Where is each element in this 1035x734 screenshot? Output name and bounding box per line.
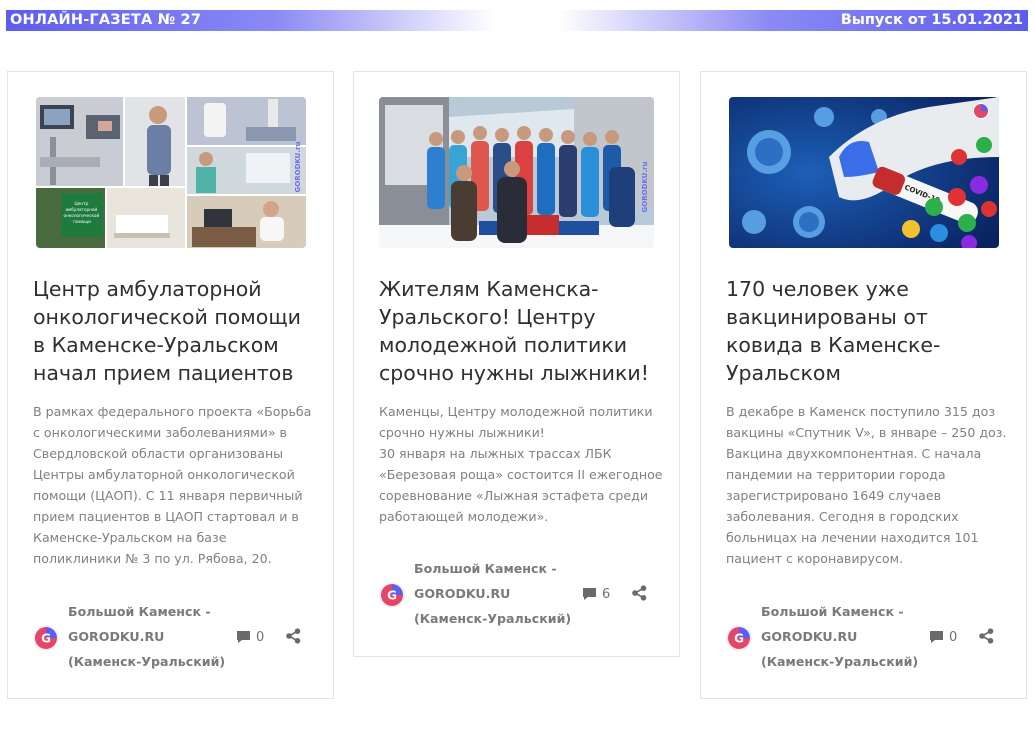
issue-date: Выпуск от 15.01.2021: [840, 12, 1023, 28]
clinic-photo-collage-icon[interactable]: Центр амбулаторной онкологической помощи: [36, 97, 306, 248]
comment-icon: [930, 631, 943, 643]
newspaper-title: ОНЛАЙН-ГАЗЕТА № 27: [10, 12, 202, 28]
article-meta: G Большой Каменск - GORODKU.RU (Каменск-…: [33, 599, 313, 677]
article-meta: G Большой Каменск - GORODKU.RU (Каменск-…: [726, 599, 1006, 677]
article-meta: G Большой Каменск - GORODKU.RU (Каменск-…: [379, 556, 659, 634]
svg-text:G: G: [41, 632, 51, 646]
article-card-skiers: GORODKU.ru Жителям Каменска-Уральского! …: [353, 71, 680, 657]
comment-count: 0: [256, 629, 265, 645]
share-icon[interactable]: [631, 585, 647, 605]
article-author[interactable]: Большой Каменск - GORODKU.RU (Каменск-Ур…: [761, 599, 926, 674]
comments-link[interactable]: 6: [582, 583, 610, 605]
article-title[interactable]: Центр амбулаторной онкологической помощи…: [33, 275, 313, 387]
article-author[interactable]: Большой Каменск - GORODKU.RU (Каменск-Ур…: [414, 556, 579, 631]
article-title[interactable]: 170 человек уже вакцинированы от ковида …: [726, 275, 1006, 387]
article-title[interactable]: Жителям Каменска-Уральского! Центру моло…: [379, 275, 659, 387]
article-card-vaccination: COVID-19 170 человек уже вакцинированы о…: [700, 71, 1027, 699]
comment-count: 0: [949, 629, 958, 645]
article-excerpt: В декабре в Каменск поступило 315 доз ва…: [726, 404, 1007, 566]
comments-link[interactable]: 0: [236, 626, 264, 648]
comment-icon: [237, 631, 250, 643]
covid-test-tube-photo-icon[interactable]: COVID-19: [729, 97, 999, 248]
article-excerpt: Каменцы, Центру молодежной политики сроч…: [379, 404, 663, 524]
article-author[interactable]: Большой Каменск - GORODKU.RU (Каменск-Ур…: [68, 599, 233, 674]
comment-count: 6: [602, 586, 611, 602]
comments-link[interactable]: 0: [929, 626, 957, 648]
share-icon[interactable]: [978, 628, 994, 648]
watermark-text: GORODKU.ru: [641, 162, 649, 213]
header-banner: ОНЛАЙН-ГАЗЕТА № 27 Выпуск от 15.01.2021: [6, 10, 1028, 31]
source-avatar-icon[interactable]: G: [726, 625, 752, 651]
skiers-podium-photo-icon[interactable]: GORODKU.ru: [379, 97, 654, 248]
source-avatar-icon[interactable]: G: [379, 582, 405, 608]
article-excerpt: В рамках федерального проекта «Борьба с …: [33, 404, 312, 566]
source-avatar-icon[interactable]: G: [33, 625, 59, 651]
article-card-oncology: Центр амбулаторной онкологической помощи: [7, 71, 334, 699]
comment-icon: [583, 588, 596, 600]
share-icon[interactable]: [285, 628, 301, 648]
svg-text:G: G: [734, 632, 744, 646]
watermark-text: GORODKU.ru: [294, 142, 302, 193]
svg-text:G: G: [387, 589, 397, 603]
